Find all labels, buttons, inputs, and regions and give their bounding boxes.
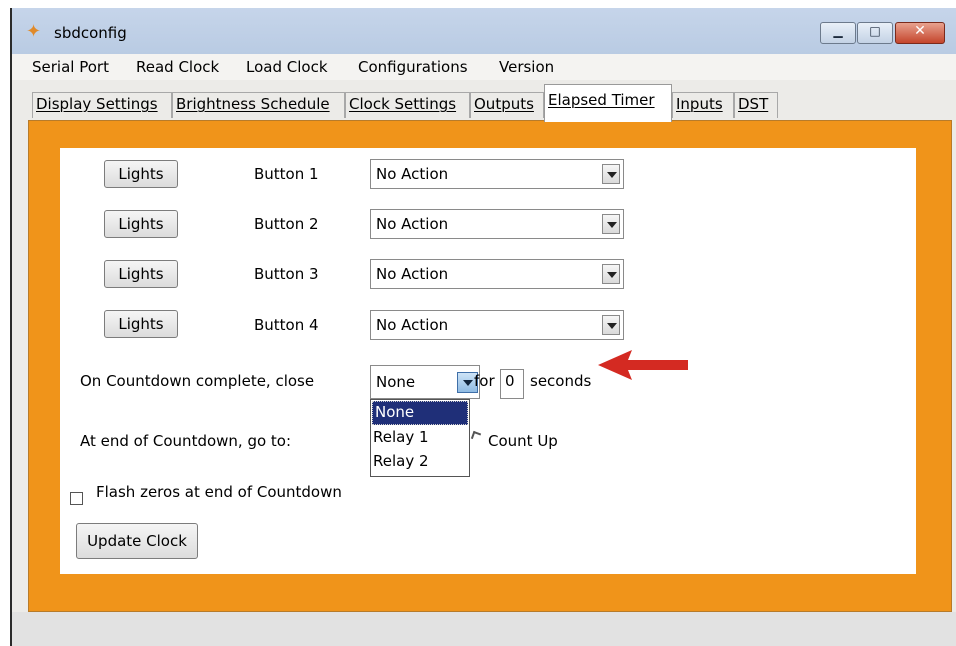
lights-button-1[interactable]: Lights bbox=[104, 160, 178, 188]
chevron-down-icon[interactable] bbox=[602, 164, 620, 184]
minimize-icon: ▁ bbox=[833, 24, 843, 38]
tab-outputs[interactable]: Outputs bbox=[470, 92, 544, 118]
select-value: None bbox=[376, 373, 416, 391]
seconds-input[interactable]: 0 bbox=[500, 369, 524, 399]
button-2-action-select[interactable]: No Action bbox=[370, 209, 624, 239]
select-value: No Action bbox=[376, 316, 449, 334]
tab-label: DST bbox=[738, 95, 769, 113]
title-bar: ✦ sbdconfig ▁ □ ✕ bbox=[12, 8, 956, 54]
menu-read-clock[interactable]: Read Clock bbox=[136, 58, 219, 76]
app-window: ✦ sbdconfig ▁ □ ✕ Serial Port Read Clock… bbox=[10, 8, 956, 646]
button-1-label: Button 1 bbox=[254, 165, 319, 183]
menu-configurations[interactable]: Configurations bbox=[358, 58, 468, 76]
chevron-down-icon[interactable] bbox=[602, 315, 620, 335]
relay-dropdown-list: None Relay 1 Relay 2 bbox=[370, 399, 470, 477]
status-bar bbox=[12, 612, 956, 646]
menu-version[interactable]: Version bbox=[499, 58, 554, 76]
button-4-action-select[interactable]: No Action bbox=[370, 310, 624, 340]
close-button[interactable]: ✕ bbox=[895, 22, 945, 44]
select-value: No Action bbox=[376, 265, 449, 283]
chevron-down-icon[interactable] bbox=[602, 214, 620, 234]
button-3-action-select[interactable]: No Action bbox=[370, 259, 624, 289]
lights-button-3[interactable]: Lights bbox=[104, 260, 178, 288]
flash-zeros-checkbox[interactable] bbox=[70, 492, 83, 505]
tab-label: Outputs bbox=[474, 95, 534, 113]
button-3-label: Button 3 bbox=[254, 265, 319, 283]
elapsed-timer-panel: Lights Button 1 No Action Lights Button … bbox=[60, 148, 916, 574]
tab-label: Brightness Schedule bbox=[176, 95, 330, 113]
tab-label: Display Settings bbox=[36, 95, 158, 113]
tab-label: Clock Settings bbox=[349, 95, 457, 113]
maximize-icon: □ bbox=[869, 24, 881, 38]
lights-button-4[interactable]: Lights bbox=[104, 310, 178, 338]
window-title: sbdconfig bbox=[54, 24, 127, 42]
tab-inputs[interactable]: Inputs bbox=[672, 92, 734, 118]
select-value: No Action bbox=[376, 165, 449, 183]
minimize-button[interactable]: ▁ bbox=[820, 22, 856, 44]
tab-elapsed-timer[interactable]: Elapsed Timer bbox=[544, 84, 672, 122]
countdown-relay-select[interactable]: None bbox=[370, 365, 480, 399]
chevron-down-icon[interactable] bbox=[602, 264, 620, 284]
lights-button-2[interactable]: Lights bbox=[104, 210, 178, 238]
relay-option-none[interactable]: None bbox=[372, 401, 468, 425]
countdown-close-label: On Countdown complete, close bbox=[80, 372, 315, 390]
button-4-label: Button 4 bbox=[254, 316, 319, 334]
tab-brightness-schedule[interactable]: Brightness Schedule bbox=[172, 92, 345, 118]
count-up-label[interactable]: Count Up bbox=[488, 432, 558, 450]
close-icon: ✕ bbox=[914, 23, 926, 39]
for-label: for bbox=[474, 372, 495, 390]
red-arrow-annotation bbox=[598, 350, 688, 380]
end-countdown-label: At end of Countdown, go to: bbox=[80, 432, 292, 450]
relay-option-relay-2[interactable]: Relay 2 bbox=[371, 450, 469, 474]
menu-load-clock[interactable]: Load Clock bbox=[246, 58, 328, 76]
select-value: No Action bbox=[376, 215, 449, 233]
menu-bar: Serial Port Read Clock Load Clock Config… bbox=[12, 54, 956, 80]
tab-display-settings[interactable]: Display Settings bbox=[32, 92, 172, 118]
menu-serial-port[interactable]: Serial Port bbox=[32, 58, 109, 76]
button-1-action-select[interactable]: No Action bbox=[370, 159, 624, 189]
flash-zeros-label: Flash zeros at end of Countdown bbox=[96, 483, 342, 501]
tab-clock-settings[interactable]: Clock Settings bbox=[345, 92, 470, 118]
update-clock-button[interactable]: Update Clock bbox=[76, 523, 198, 559]
seconds-label: seconds bbox=[530, 372, 592, 390]
app-logo-icon: ✦ bbox=[26, 21, 42, 42]
tab-dst[interactable]: DST bbox=[734, 92, 778, 118]
button-2-label: Button 2 bbox=[254, 215, 319, 233]
tab-label: Inputs bbox=[676, 95, 723, 113]
tab-label: Elapsed Timer bbox=[548, 91, 655, 109]
tab-strip: Display Settings Brightness Schedule Clo… bbox=[12, 84, 956, 122]
relay-option-relay-1[interactable]: Relay 1 bbox=[371, 426, 469, 450]
maximize-button[interactable]: □ bbox=[857, 22, 893, 44]
